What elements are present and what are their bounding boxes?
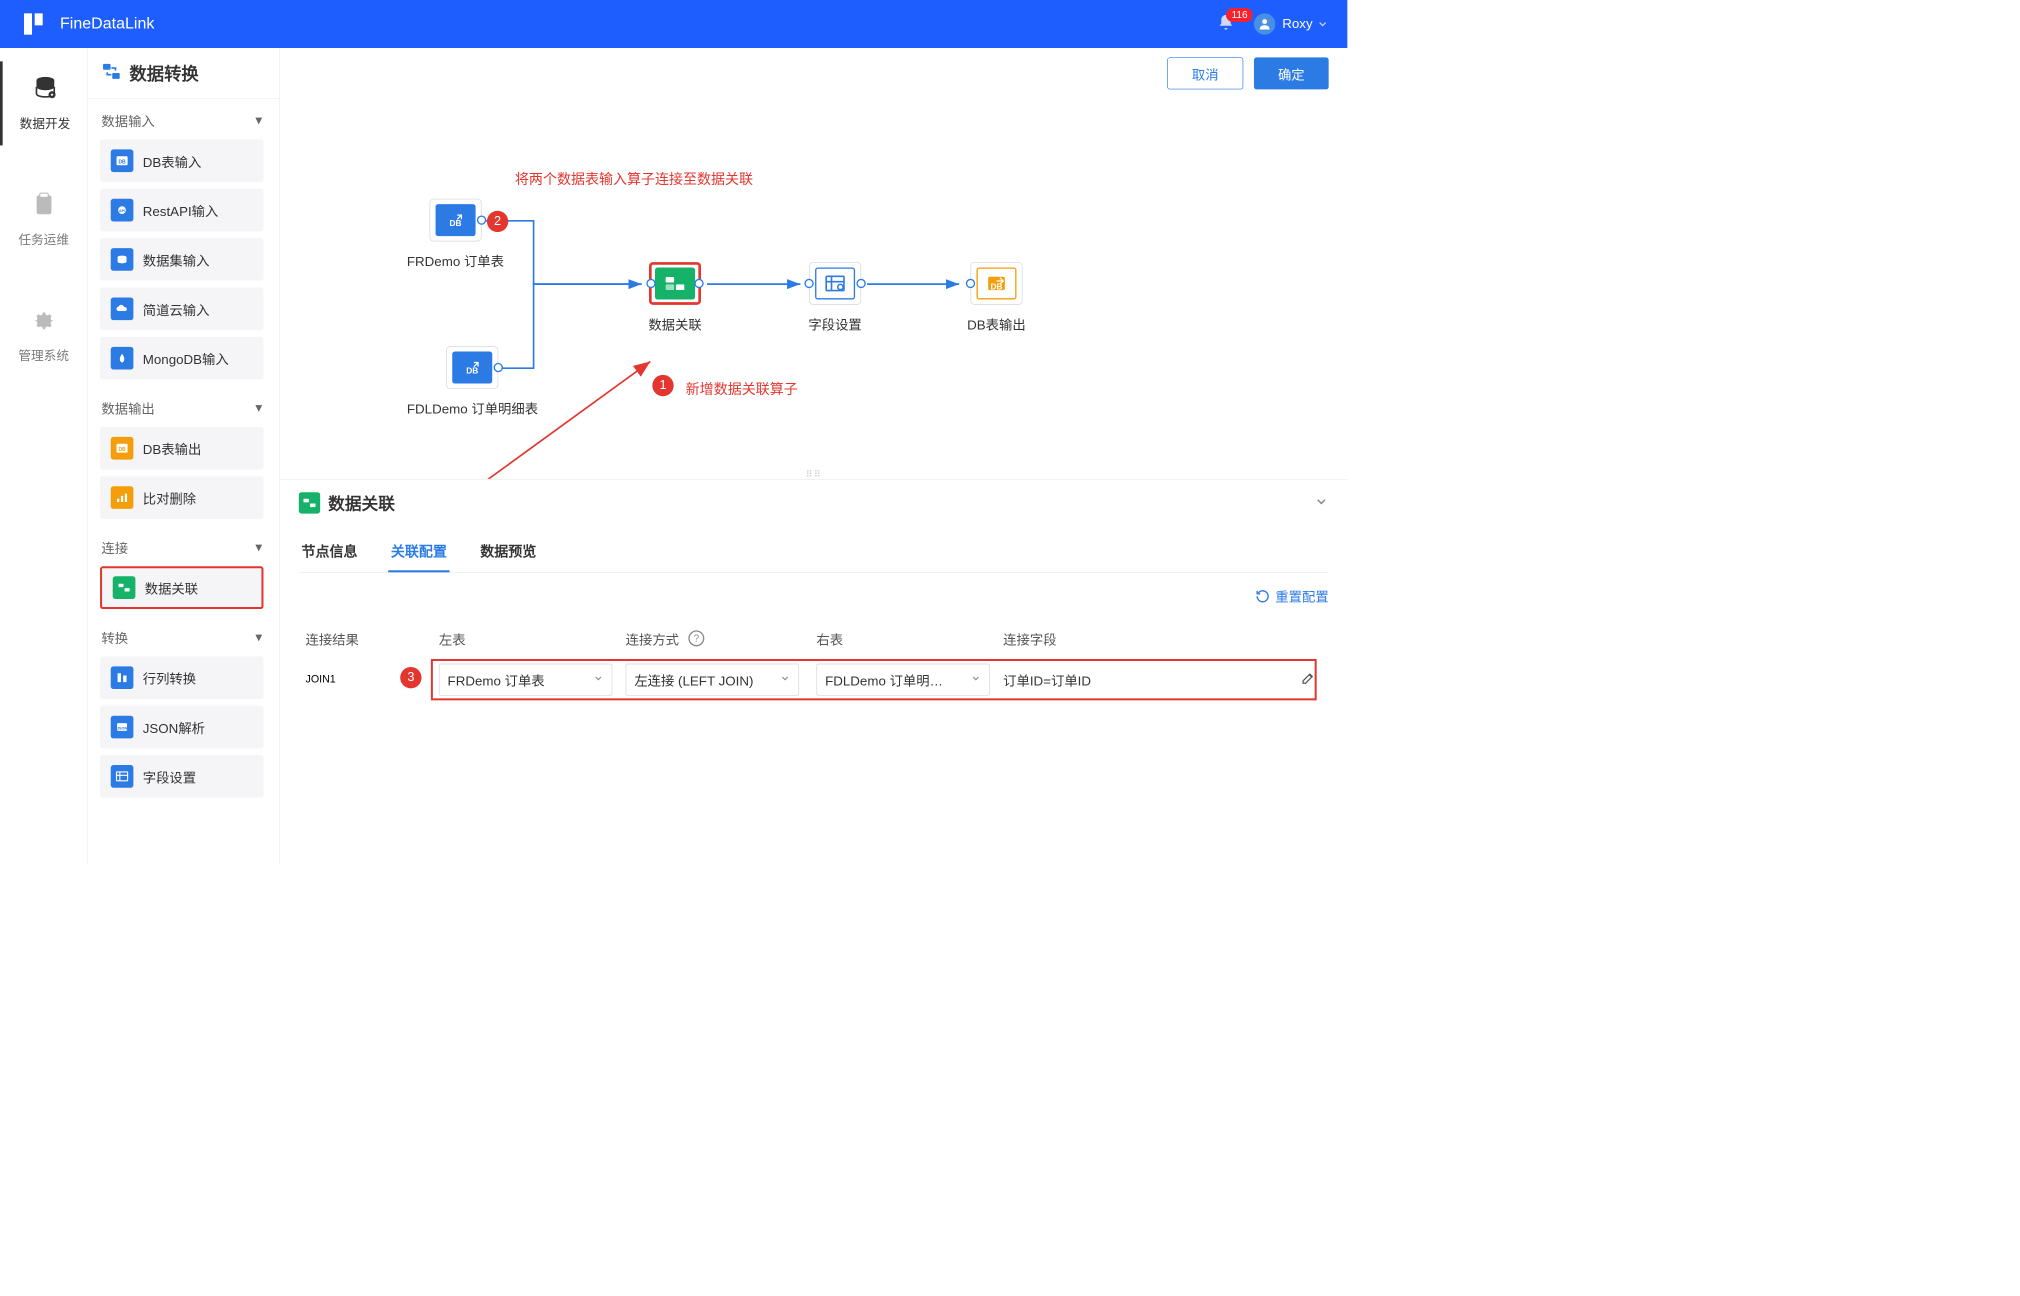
tab-preview[interactable]: 数据预览: [478, 532, 539, 573]
sidebar-item[interactable]: JSONJSON解析: [100, 706, 263, 749]
collapse-button[interactable]: [1314, 494, 1329, 512]
join-table-header: 连接结果 左表 连接方式? 右表 连接字段: [299, 619, 1329, 658]
item-icon: [111, 248, 134, 271]
join-icon: [299, 492, 320, 513]
chevron-down-icon[interactable]: [1317, 18, 1329, 30]
join-field: 订单ID=订单ID: [1003, 670, 1091, 689]
item-icon: [113, 576, 136, 599]
svg-text:DB: DB: [118, 160, 126, 166]
item-icon: [111, 486, 134, 509]
svg-text:DB: DB: [449, 218, 461, 228]
notifications-button[interactable]: 116: [1217, 13, 1236, 35]
nav-data-dev[interactable]: 数据开发: [0, 61, 87, 145]
sidebar-group[interactable]: 数据输出▾: [88, 386, 275, 427]
sidebar-group[interactable]: 数据输入▾: [88, 99, 275, 140]
svg-text:JSON: JSON: [117, 725, 128, 730]
sidebar-group[interactable]: 转换▾: [88, 616, 275, 657]
sidebar-header: 数据转换: [88, 48, 279, 99]
tabs: 节点信息 关联配置 数据预览: [299, 532, 1329, 573]
annotation-text-1: 新增数据关联算子: [686, 379, 798, 399]
sidebar-item[interactable]: MongoDB输入: [100, 337, 263, 380]
help-icon[interactable]: ?: [688, 630, 704, 646]
transform-icon: [101, 61, 121, 84]
drag-handle[interactable]: ⠿⠿: [806, 469, 822, 480]
sidebar-item[interactable]: DBDB表输入: [100, 139, 263, 182]
database-icon: [32, 75, 59, 108]
item-icon: JSON: [111, 716, 134, 739]
join-row: JOIN1 FRDemo 订单表 左连接 (LEFT JOIN) FDLDemo…: [299, 658, 1329, 702]
node-field-setting[interactable]: 字段设置: [808, 262, 861, 333]
sidebar-item[interactable]: 简道云输入: [100, 287, 263, 330]
config-panel: 数据关联 节点信息 关联配置 数据预览 重置配置: [280, 479, 1347, 865]
avatar[interactable]: [1254, 13, 1275, 34]
annotation-text-2: 将两个数据表输入算子连接至数据关联: [515, 169, 753, 189]
top-bar: FineDataLink 116 Roxy: [0, 0, 1347, 48]
item-icon: [111, 765, 134, 788]
annotation-badge-2: 2: [487, 211, 508, 232]
left-table-select[interactable]: FRDemo 订单表: [439, 664, 612, 696]
sidebar-item[interactable]: 数据关联: [100, 566, 263, 609]
reset-button[interactable]: 重置配置: [1255, 586, 1328, 605]
node-db-input-1[interactable]: DB FRDemo 订单表: [407, 199, 504, 270]
sidebar-item[interactable]: 行列转换: [100, 656, 263, 699]
main: 取消 确定 DB FRDemo 订单表 DB: [280, 48, 1347, 864]
item-icon: API: [111, 199, 134, 222]
canvas[interactable]: DB FRDemo 订单表 DB FDLDemo 订单明细表 数据关联 字段设置…: [280, 99, 1347, 479]
node-join[interactable]: 数据关联: [648, 262, 701, 333]
nav-rail: 数据开发 任务运维 管理系统: [0, 48, 88, 864]
nav-admin[interactable]: 管理系统: [0, 295, 87, 378]
sidebar: 数据转换 数据输入▾DBDB表输入 APIRestAPI输入数据集输入简道云输入 M…: [88, 48, 280, 864]
gear-icon: [31, 308, 56, 339]
main-header: 取消 确定: [280, 48, 1347, 99]
logo-icon: [19, 9, 48, 38]
svg-text:DB: DB: [466, 365, 478, 375]
svg-text:API: API: [119, 208, 125, 213]
tab-node-info[interactable]: 节点信息: [299, 532, 360, 573]
tab-join-config[interactable]: 关联配置: [388, 532, 449, 573]
right-table-select[interactable]: FDLDemo 订单明…: [816, 664, 989, 696]
item-icon: [111, 666, 134, 689]
node-db-output[interactable]: DB DB表输出: [967, 262, 1026, 333]
sidebar-group[interactable]: 连接▾: [88, 526, 275, 567]
svg-text:DB: DB: [118, 447, 126, 453]
join-type-select[interactable]: 左连接 (LEFT JOIN): [626, 664, 799, 696]
node-db-input-2[interactable]: DB FDLDemo 订单明细表: [407, 346, 538, 417]
app-name: FineDataLink: [60, 15, 154, 34]
annotation-badge-1: 1: [652, 375, 673, 396]
item-icon: [111, 347, 134, 370]
item-icon: [111, 297, 134, 320]
annotation-badge-3: 3: [400, 667, 421, 688]
clipboard-icon: [31, 192, 56, 223]
sidebar-item[interactable]: APIRestAPI输入: [100, 189, 263, 232]
nav-task-ops[interactable]: 任务运维: [0, 179, 87, 262]
sidebar-item[interactable]: 数据集输入: [100, 238, 263, 281]
cancel-button[interactable]: 取消: [1167, 57, 1243, 89]
item-icon: DB: [111, 149, 134, 172]
ok-button[interactable]: 确定: [1254, 57, 1329, 89]
sidebar-item[interactable]: 字段设置: [100, 755, 263, 798]
edit-icon[interactable]: [1301, 671, 1316, 689]
notification-badge: 116: [1226, 8, 1253, 22]
item-icon: DB: [111, 437, 134, 460]
sidebar-item[interactable]: 比对删除: [100, 476, 263, 519]
sidebar-item[interactable]: DBDB表输出: [100, 427, 263, 470]
username[interactable]: Roxy: [1282, 16, 1312, 31]
